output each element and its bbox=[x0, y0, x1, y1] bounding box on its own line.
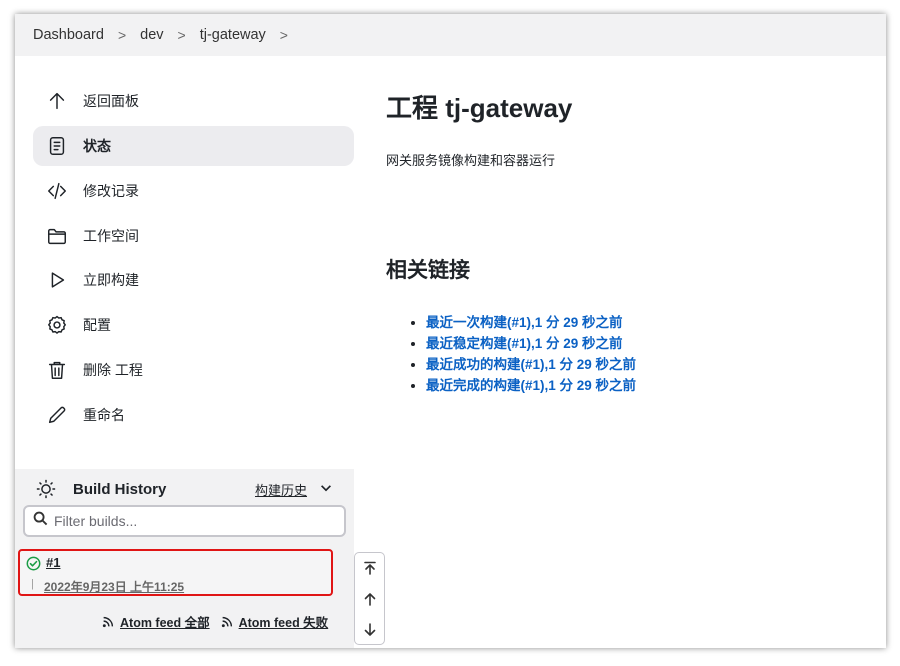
page-down-button[interactable] bbox=[355, 615, 384, 645]
page-first-button[interactable] bbox=[355, 553, 384, 583]
build-number-link[interactable]: #1 bbox=[46, 555, 60, 570]
build-time-link[interactable]: 2022年9月23日 上午11:25 bbox=[44, 578, 184, 595]
sidebar-item-label: 删除 工程 bbox=[83, 362, 143, 378]
sidebar-item-build-now[interactable]: 立即构建 bbox=[33, 260, 354, 300]
sidebar-item-label: 状态 bbox=[83, 138, 111, 154]
list-item: 最近完成的构建(#1),1 分 29 秒之前 bbox=[426, 375, 636, 396]
last-completed-build-link[interactable]: 最近完成的构建(#1),1 分 29 秒之前 bbox=[426, 378, 636, 393]
rss-icon bbox=[221, 616, 232, 627]
jenkins-window: Dashboard > dev > tj-gateway > 返回面板 状态 修… bbox=[15, 14, 886, 648]
trash-icon bbox=[45, 358, 69, 382]
folder-icon bbox=[45, 224, 69, 248]
last-successful-build-link[interactable]: 最近成功的构建(#1),1 分 29 秒之前 bbox=[426, 357, 636, 372]
sidebar-item-label: 工作空间 bbox=[83, 228, 139, 244]
code-icon bbox=[45, 179, 69, 203]
success-check-icon bbox=[26, 556, 41, 571]
last-build-link[interactable]: 最近一次构建(#1),1 分 29 秒之前 bbox=[426, 315, 623, 330]
build-history-header: Build History 构建历史 bbox=[15, 469, 354, 509]
breadcrumb-dashboard[interactable]: Dashboard bbox=[33, 27, 104, 43]
breadcrumb-separator[interactable]: > bbox=[280, 27, 288, 43]
chevron-down-icon[interactable] bbox=[319, 481, 333, 495]
sidebar-item-configure[interactable]: 配置 bbox=[33, 305, 354, 345]
play-icon bbox=[45, 268, 69, 292]
sidebar-item-workspace[interactable]: 工作空间 bbox=[33, 216, 354, 256]
list-item: 最近一次构建(#1),1 分 29 秒之前 bbox=[426, 312, 636, 333]
sidebar-item-rename[interactable]: 重命名 bbox=[33, 395, 354, 435]
page-title: 工程 tj-gateway bbox=[386, 93, 573, 123]
arrow-up-icon bbox=[364, 593, 375, 606]
breadcrumb-tj-gateway[interactable]: tj-gateway bbox=[200, 27, 266, 43]
related-links-heading: 相关链接 bbox=[386, 259, 470, 282]
sidebar-item-changes[interactable]: 修改记录 bbox=[33, 171, 354, 211]
build-history-icon bbox=[35, 478, 57, 500]
build-history-title: Build History bbox=[73, 480, 167, 498]
search-icon bbox=[33, 511, 54, 531]
arrow-to-top-icon bbox=[363, 561, 376, 575]
list-item: 最近稳定构建(#1),1 分 29 秒之前 bbox=[426, 333, 636, 354]
list-item: 最近成功的构建(#1),1 分 29 秒之前 bbox=[426, 354, 636, 375]
sidebar-item-label: 重命名 bbox=[83, 407, 125, 423]
document-icon bbox=[45, 134, 69, 158]
atom-feed-all-link[interactable]: Atom feed 全部 bbox=[101, 612, 210, 631]
atom-feed-failed-link[interactable]: Atom feed 失败 bbox=[220, 612, 329, 631]
build-row[interactable]: #1 | 2022年9月23日 上午11:25 bbox=[18, 549, 333, 596]
sidebar-item-label: 返回面板 bbox=[83, 93, 139, 109]
project-description: 网关服务镜像构建和容器运行 bbox=[386, 153, 556, 168]
pencil-icon bbox=[45, 403, 69, 427]
main-content: 工程 tj-gateway 网关服务镜像构建和容器运行 相关链接 最近一次构建(… bbox=[386, 56, 886, 648]
sidebar-item-status[interactable]: 状态 bbox=[33, 126, 354, 166]
sidebar-item-label: 修改记录 bbox=[83, 183, 139, 199]
filter-builds-input[interactable] bbox=[54, 513, 324, 529]
sidebar-item-label: 配置 bbox=[83, 317, 111, 333]
build-history-pager bbox=[354, 552, 385, 645]
last-stable-build-link[interactable]: 最近稳定构建(#1),1 分 29 秒之前 bbox=[426, 336, 623, 351]
build-row-divider: | bbox=[31, 578, 34, 590]
atom-feeds: Atom feed 全部 Atom feed 失败 bbox=[101, 612, 338, 631]
arrow-up-icon bbox=[45, 89, 69, 113]
breadcrumb: Dashboard > dev > tj-gateway > bbox=[15, 14, 886, 56]
breadcrumb-dev[interactable]: dev bbox=[140, 27, 163, 43]
related-links-list: 最近一次构建(#1),1 分 29 秒之前 最近稳定构建(#1),1 分 29 … bbox=[426, 312, 636, 396]
page-up-button[interactable] bbox=[355, 584, 384, 614]
atom-feed-all-label: Atom feed 全部 bbox=[120, 616, 210, 630]
atom-feed-failed-label: Atom feed 失败 bbox=[238, 616, 329, 630]
arrow-down-icon bbox=[364, 623, 375, 636]
filter-builds-field[interactable] bbox=[23, 505, 346, 537]
rss-icon bbox=[102, 616, 114, 627]
sidebar-item-back-to-dashboard[interactable]: 返回面板 bbox=[33, 81, 354, 121]
build-trend-link[interactable]: 构建历史 bbox=[255, 480, 307, 499]
breadcrumb-separator: > bbox=[117, 27, 127, 43]
sidebar-item-label: 立即构建 bbox=[83, 272, 139, 288]
gear-icon bbox=[45, 313, 69, 337]
sidebar-item-delete-project[interactable]: 删除 工程 bbox=[33, 350, 354, 390]
breadcrumb-separator: > bbox=[177, 27, 186, 43]
